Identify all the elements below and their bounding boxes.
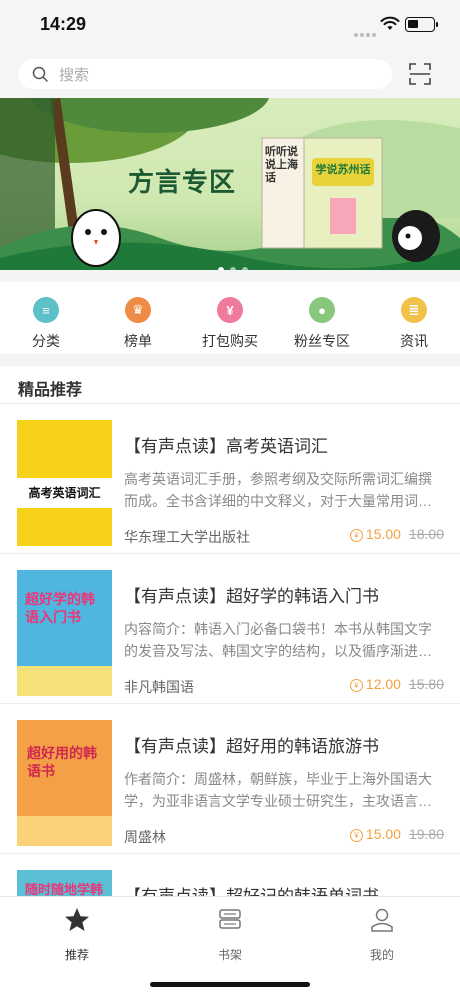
book-description: 高考英语词汇手册，参照考纲及交际所需词汇编撰而成。全书含详细的中文释义，对于大量… <box>124 471 432 509</box>
current-price: 12.00 <box>365 676 401 692</box>
book-title: 【有声点读】超好用的韩语旅游书 <box>124 737 379 756</box>
book-list: 高考英语词汇 【有声点读】高考英语词汇 高考英语词汇手册，参照考纲及交际所需词汇… <box>0 404 460 896</box>
book-title: 【有声点读】高考英语词汇 <box>124 437 328 456</box>
tab-label: 我的 <box>369 948 394 962</box>
book-item[interactable]: 超好用的韩语书 【有声点读】超好用的韩语旅游书 作者简介：周盛林，朝鲜族，毕业于… <box>0 704 460 854</box>
promo-banner[interactable]: 方言专区 听听说说上海话 学说苏州话 <box>0 98 460 270</box>
news-icon: ≣ <box>401 297 427 323</box>
category-label: 资讯 <box>400 333 428 349</box>
section-header: 精品推荐 <box>0 366 460 404</box>
book-cover: 超好用的韩语书 <box>17 720 112 846</box>
yen-icon: ¥ <box>217 297 243 323</box>
coin-icon: ¥ <box>349 679 363 692</box>
tab-profile[interactable]: 我的 <box>342 907 422 963</box>
wifi-icon <box>380 16 400 30</box>
banner-book-subtitle: 学说苏州话 <box>315 164 371 176</box>
cover-text: 超好学的韩语入门书 <box>25 591 95 625</box>
cover-text: 随时随地学韩语 <box>25 882 104 896</box>
book-price: ¥15.00 19.80 <box>349 826 444 842</box>
category-label: 打包购买 <box>202 333 258 349</box>
book-publisher: 非凡韩国语 <box>124 679 194 695</box>
battery-icon <box>405 17 438 32</box>
original-price: 18.00 <box>408 526 444 542</box>
cover-text: 超好用的韩语书 <box>27 745 97 779</box>
book-publisher: 周盛林 <box>124 829 166 845</box>
trophy-icon: ♛ <box>125 297 151 323</box>
current-price: 15.00 <box>365 526 401 542</box>
book-cover: 超好学的韩语入门书 <box>17 570 112 696</box>
search-bar: 搜索 <box>0 50 460 98</box>
book-price: ¥12.00 15.80 <box>349 676 444 692</box>
original-price: 15.80 <box>408 676 444 692</box>
current-price: 15.00 <box>365 826 401 842</box>
search-placeholder: 搜索 <box>59 67 90 84</box>
book-item[interactable]: 超好学的韩语入门书 【有声点读】超好学的韩语入门书 内容简介：韩语入门必备口袋书… <box>0 554 460 704</box>
book-publisher: 华东理工大学出版社 <box>124 529 250 545</box>
tab-recommend[interactable]: 推荐 <box>37 907 117 963</box>
search-input[interactable]: 搜索 <box>18 59 392 89</box>
fans-icon: ● <box>309 297 335 323</box>
category-classify[interactable]: ≡ 分类 <box>0 294 92 351</box>
status-time: 14:29 <box>40 14 87 34</box>
category-nav: ≡ 分类 ♛ 榜单 ¥ 打包购买 ● 粉丝专区 ≣ 资讯 <box>0 282 460 354</box>
search-icon <box>32 66 48 82</box>
book-description: 内容简介：韩语入门必备口袋书！本书从韩国文字的发音及写法、韩国文字的结构，以及循… <box>124 621 432 659</box>
category-label: 分类 <box>32 333 60 349</box>
star-icon <box>65 908 89 931</box>
book-cover: 随时随地学韩语 <box>17 870 112 896</box>
tab-label: 推荐 <box>64 948 89 962</box>
banner-pagination <box>218 260 254 270</box>
category-label: 粉丝专区 <box>294 333 350 349</box>
book-item[interactable]: 高考英语词汇 【有声点读】高考英语词汇 高考英语词汇手册，参照考纲及交际所需词汇… <box>0 404 460 554</box>
status-bar: 14:29 <box>0 0 460 50</box>
section-title: 精品推荐 <box>18 382 83 399</box>
banner-title: 方言专区 <box>128 167 237 197</box>
book-title: 【有声点读】超好记的韩语单词书 <box>124 882 444 896</box>
bookshelf-icon <box>219 909 241 929</box>
book-description: 作者简介：周盛林，朝鲜族，毕业于上海外国语大学，为亚非语言文学专业硕士研究生，主… <box>124 771 432 809</box>
home-indicator[interactable] <box>150 982 310 987</box>
tab-bar: 推荐 书架 我的 <box>0 896 460 996</box>
category-bundle[interactable]: ¥ 打包购买 <box>184 294 276 351</box>
scan-icon[interactable] <box>409 63 431 85</box>
category-ranking[interactable]: ♛ 榜单 <box>92 294 184 351</box>
category-news[interactable]: ≣ 资讯 <box>368 294 460 351</box>
category-icon: ≡ <box>33 297 59 323</box>
coin-icon: ¥ <box>349 529 363 542</box>
profile-icon <box>371 908 393 932</box>
banner-book-title: 听听说说上海话 <box>265 146 298 184</box>
cover-text: 高考英语词汇 <box>28 486 101 500</box>
category-fans[interactable]: ● 粉丝专区 <box>276 294 368 351</box>
book-item[interactable]: 随时随地学韩语 【有声点读】超好记的韩语单词书 <box>0 854 460 896</box>
book-price: ¥15.00 18.00 <box>349 526 444 542</box>
category-label: 榜单 <box>124 333 152 349</box>
coin-icon: ¥ <box>349 829 363 842</box>
cellular-signal-icon <box>354 24 378 42</box>
tab-label: 书架 <box>217 948 242 962</box>
original-price: 19.80 <box>408 826 444 842</box>
tab-bookshelf[interactable]: 书架 <box>190 907 270 963</box>
book-title: 【有声点读】超好学的韩语入门书 <box>124 587 379 606</box>
book-cover: 高考英语词汇 <box>17 420 112 546</box>
